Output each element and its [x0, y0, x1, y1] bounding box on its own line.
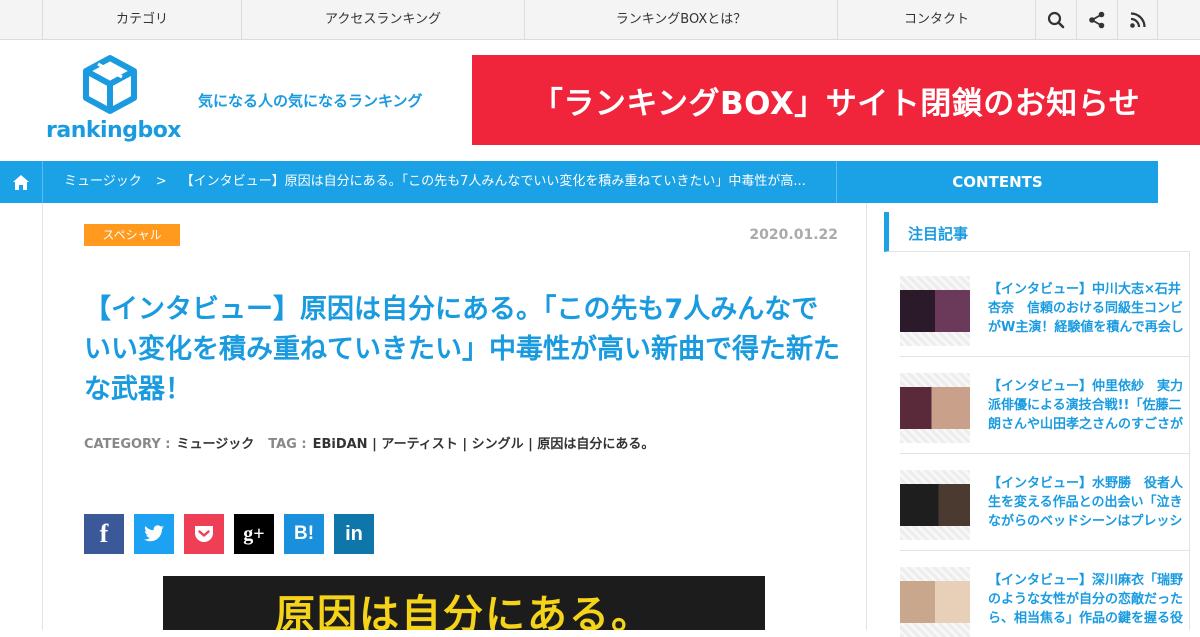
article-hero-image: 原因は自分にある。: [163, 576, 765, 630]
logo-box-icon: [83, 55, 137, 114]
article-meta: CATEGORY : ミュージック TAG : EBiDAN | アーティスト | シ…: [84, 433, 654, 452]
twitter-share-button[interactable]: [134, 514, 174, 554]
article-thumbnail: [900, 276, 970, 346]
facebook-share-button[interactable]: f: [84, 514, 124, 554]
nav-item-category[interactable]: カテゴリ: [42, 0, 241, 40]
nav-label: ランキングBOXとは？: [615, 12, 747, 27]
pocket-icon: [195, 526, 213, 542]
pocket-share-button[interactable]: [184, 514, 224, 554]
sidebar-heading: 注目記事: [884, 212, 1190, 252]
article-title: 【インタビュー】原因は自分にある。「この先も7人みんなでいい変化を積み重ねていき…: [84, 294, 840, 405]
featured-article-title: 【インタビュー】水野勝 役者人生を変える作品との出会い「泣きながらのベッドシーン…: [988, 476, 1184, 529]
logo-text: rankingbox: [46, 118, 182, 143]
sidebar-heading-label: 注目記事: [908, 225, 969, 243]
sidebar-divider: [900, 453, 1190, 454]
article-thumbnail: [900, 373, 970, 443]
facebook-icon: f: [99, 519, 109, 548]
nav-label: カテゴリ: [115, 12, 168, 27]
content-border-left: [42, 203, 43, 630]
share-icon[interactable]: [1076, 0, 1117, 40]
sidebar-border-right: [1189, 252, 1190, 630]
featured-article-title: 【インタビュー】深川麻衣「瑞野のような女性が自分の恋敵だったら、相当焦る」作品の…: [988, 573, 1184, 626]
nav-item-contact[interactable]: コンタクト: [837, 0, 1035, 40]
category-label: CATEGORY :: [84, 437, 171, 452]
breadcrumb: ミュージック > 【インタビュー】原因は自分にある。「この先も7人みんなでいい変化を…: [64, 161, 806, 203]
hatena-share-button[interactable]: B!: [284, 514, 324, 554]
breadcrumb-separator: >: [155, 174, 167, 189]
nav-label: アクセスランキング: [325, 12, 441, 27]
nav-label: コンタクト: [903, 12, 969, 27]
breadcrumb-bar: ミュージック > 【インタビュー】原因は自分にある。「この先も7人みんなでいい変化を…: [0, 161, 1158, 203]
google-plus-share-button[interactable]: g+: [234, 514, 274, 554]
google-plus-icon: g+: [243, 522, 265, 545]
hatena-icon: B!: [293, 523, 315, 544]
featured-article-title: 【インタビュー】中川大志×石井杏奈 信頼のおける同級生コンビがW主演！経験値を積…: [988, 282, 1184, 335]
nav-item-about[interactable]: ランキングBOXとは？: [524, 0, 837, 40]
linkedin-icon: in: [345, 522, 363, 545]
site-logo[interactable]: rankingbox: [46, 54, 182, 146]
article-thumbnail: [900, 470, 970, 540]
top-nav: カテゴリ アクセスランキング ランキングBOXとは？ コンタクト: [0, 0, 1200, 40]
twitter-icon: [144, 525, 164, 542]
closure-notice-banner[interactable]: 「ランキングBOX」サイト閉鎖のお知らせ: [472, 55, 1200, 145]
site-tagline: 気になる人の気になるランキング: [198, 92, 423, 110]
linkedin-share-button[interactable]: in: [334, 514, 374, 554]
breadcrumb-current: 【インタビュー】原因は自分にある。「この先も7人みんなでいい変化を積み重ねていき…: [180, 174, 806, 189]
publish-date: 2020.01.22: [749, 227, 838, 243]
sidebar-divider: [900, 550, 1190, 551]
tag-label: TAG :: [268, 437, 307, 452]
breadcrumb-category[interactable]: ミュージック: [64, 174, 142, 189]
tag-links[interactable]: EBiDAN | アーティスト | シングル | 原因は自分にある。: [313, 437, 655, 452]
article-thumbnail: [900, 567, 970, 637]
nav-item-access-ranking[interactable]: アクセスランキング: [241, 0, 524, 40]
hero-text: 原因は自分にある。: [275, 592, 653, 630]
home-icon[interactable]: [0, 161, 43, 203]
content-border-right: [866, 203, 867, 630]
sidebar-divider: [900, 356, 1190, 357]
contents-toggle[interactable]: CONTENTS: [836, 161, 1158, 203]
rss-icon[interactable]: [1117, 0, 1158, 40]
category-link[interactable]: ミュージック: [177, 437, 255, 452]
search-icon[interactable]: [1035, 0, 1076, 40]
featured-article-title: 【インタビュー】仲里依紗 実力派俳優による演技合戦!!「佐藤二朗さんや山田孝之さ…: [988, 379, 1184, 432]
category-badge[interactable]: スペシャル: [84, 224, 180, 246]
